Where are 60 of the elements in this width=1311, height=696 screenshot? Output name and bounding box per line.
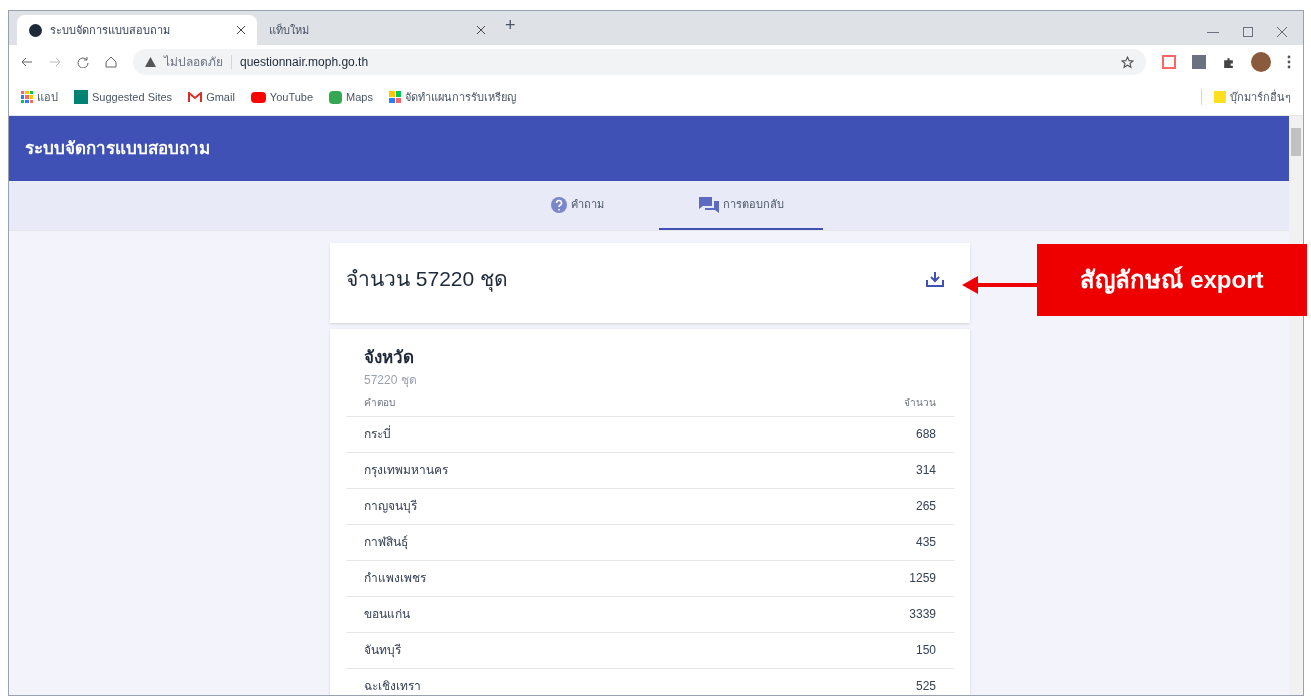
bookmark[interactable]: Suggested Sites: [74, 88, 173, 106]
star-icon[interactable]: [1121, 55, 1134, 69]
browser-tab[interactable]: แท็บใหม่: [257, 15, 497, 45]
apps-grid-icon: [21, 91, 33, 103]
maximize-icon[interactable]: [1243, 27, 1253, 37]
section-subtitle: 57220 ชุด: [363, 371, 418, 389]
nav-tab[interactable]: คำถาม: [495, 181, 659, 230]
app-title-bar: ระบบจัดการแบบสอบถาม: [9, 116, 1289, 181]
table-cell-text: 265: [915, 498, 936, 515]
table-cell-text: 525: [915, 678, 936, 695]
question-circle-icon: [550, 196, 567, 213]
address-bar[interactable]: ไม่ปลอดภัย questionnair.moph.go.th: [133, 49, 1146, 75]
minimize-icon[interactable]: [1207, 31, 1219, 33]
warning-icon: [145, 57, 156, 67]
url-text: questionnair.moph.go.th: [240, 54, 369, 71]
table-cell-text: กรุงเทพมหานคร: [364, 462, 448, 479]
close-icon[interactable]: [1277, 27, 1287, 37]
puzzle-icon[interactable]: [1222, 55, 1235, 69]
section-title: จังหวัด: [363, 347, 415, 369]
site-icon: [29, 23, 42, 37]
reload-icon[interactable]: [77, 56, 89, 68]
table-cell-text: 435: [915, 534, 936, 551]
home-icon[interactable]: [105, 56, 117, 68]
folder-icon: [1214, 91, 1226, 103]
security-label: ไม่ปลอดภัย: [164, 54, 223, 71]
table-cell-text: 3339: [909, 606, 936, 623]
nav-tab[interactable]: การตอบกลับ: [659, 181, 823, 230]
table-cell-text: กำแพงเพชร: [364, 570, 426, 587]
column-header: จำนวน: [904, 395, 936, 410]
extension-icon[interactable]: [1162, 55, 1176, 69]
bookmark[interactable]: Maps: [329, 88, 373, 106]
bookmark[interactable]: แอป: [21, 88, 58, 106]
mail-icon: [188, 91, 203, 103]
bookmark[interactable]: จัดทำแผนการรับเหรียญ: [389, 88, 516, 106]
table-cell-text: 688: [915, 426, 936, 443]
chat-bubbles-icon: [698, 196, 719, 213]
table-cell-text: 314: [915, 462, 936, 479]
download-icon[interactable]: [926, 271, 944, 287]
annotation-label: สัญลักษณ์ export: [1037, 244, 1307, 316]
bookmark[interactable]: YouTube: [250, 88, 314, 106]
bookmark[interactable]: Gmail: [188, 88, 235, 106]
table-cell-text: 150: [915, 642, 936, 659]
table-cell-text: 1259: [909, 570, 936, 587]
other-bookmarks[interactable]: บุ๊กมาร์กอื่นๆ: [1214, 88, 1291, 106]
new-tab-button[interactable]: +: [505, 11, 516, 39]
menu-icon[interactable]: [1287, 55, 1291, 69]
summary-title: จำนวน 57220 ชุด: [346, 266, 509, 294]
table-cell-text: กาญจนบุรี: [364, 498, 417, 515]
table-cell-text: ขอนแก่น: [364, 606, 410, 623]
close-icon[interactable]: [477, 26, 485, 34]
profile-avatar[interactable]: [1251, 52, 1271, 72]
browser-tab[interactable]: ระบบจัดการแบบสอบถาม: [17, 15, 257, 45]
column-header: คำตอบ: [364, 395, 395, 410]
table-cell: กระบี่: [364, 425, 391, 443]
back-arrow-icon[interactable]: [21, 56, 33, 68]
colorful-squares-icon: [389, 91, 401, 103]
table-cell-text: กาฬสินธุ์: [364, 534, 408, 551]
close-icon[interactable]: [237, 26, 245, 34]
table-cell-text: จันทบุรี: [364, 642, 401, 659]
table-cell-text: ฉะเชิงเทรา: [364, 678, 421, 695]
